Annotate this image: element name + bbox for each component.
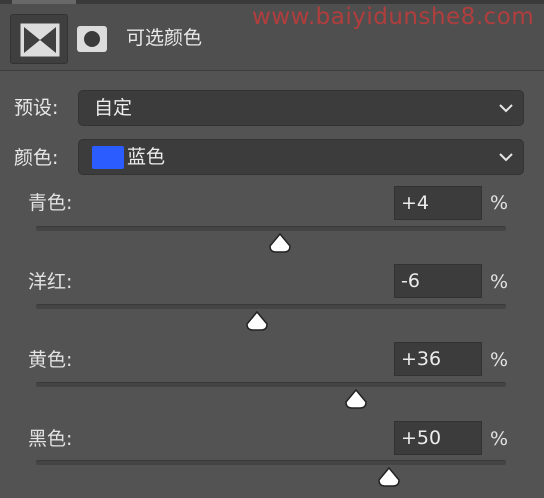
preset-label: 预设: [14, 97, 59, 119]
layer-mask-button[interactable] [10, 14, 68, 64]
magenta-value-input[interactable] [394, 264, 482, 298]
vector-mask-button[interactable] [76, 24, 108, 54]
chevron-down-icon [499, 104, 513, 113]
panel-title: 可选颜色 [126, 27, 203, 49]
preset-dropdown[interactable]: 自定 [78, 90, 524, 126]
black-label: 黑色: [28, 428, 73, 450]
active-tab-indicator [12, 0, 76, 4]
cyan-label: 青色: [28, 192, 73, 214]
vector-mask-icon [77, 26, 107, 52]
yellow-percent-unit: % [490, 349, 509, 371]
magenta-slider-track[interactable] [36, 304, 506, 309]
yellow-slider-thumb[interactable] [344, 389, 368, 409]
color-dropdown[interactable]: 蓝色 [78, 139, 524, 175]
black-slider-track[interactable] [36, 460, 506, 465]
magenta-percent-unit: % [490, 271, 509, 293]
magenta-label: 洋红: [28, 271, 73, 293]
chevron-down-icon [499, 153, 513, 162]
cyan-percent-unit: % [490, 192, 509, 214]
yellow-label: 黄色: [28, 349, 73, 371]
panel-header: 可选颜色 www.baiyidunshe8.com [0, 0, 544, 71]
selective-color-properties-panel: 可选颜色 www.baiyidunshe8.com 预设: 自定 颜色: 蓝色 … [0, 0, 544, 498]
black-percent-unit: % [490, 428, 509, 450]
cyan-slider-thumb[interactable] [268, 233, 292, 253]
watermark-text: www.baiyidunshe8.com [252, 4, 535, 30]
layer-mask-icon [20, 23, 60, 57]
cyan-slider-track[interactable] [36, 226, 506, 231]
black-value-input[interactable] [394, 421, 482, 455]
yellow-slider-track[interactable] [36, 382, 506, 387]
cyan-value-input[interactable] [394, 186, 482, 220]
magenta-slider-thumb[interactable] [245, 311, 269, 331]
yellow-value-input[interactable] [394, 342, 482, 376]
black-slider-thumb[interactable] [377, 467, 401, 487]
preset-value: 自定 [94, 97, 133, 119]
color-swatch [92, 146, 124, 169]
color-label: 颜色: [14, 147, 59, 169]
color-value: 蓝色 [127, 146, 166, 168]
